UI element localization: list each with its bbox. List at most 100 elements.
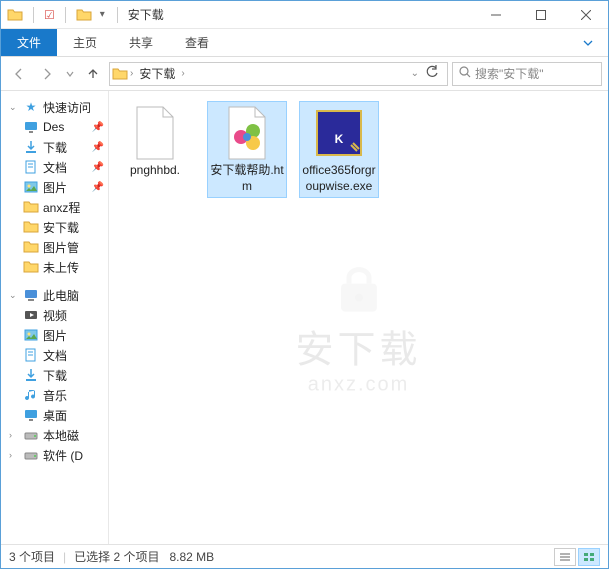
sidebar-item[interactable]: 图片 📌 (1, 177, 108, 197)
sidebar: ⌄ ★ 快速访问 Des📌下载📌文档📌图片📌anxz程安下载图片管未上传 ⌄ 此… (1, 91, 109, 544)
sidebar-item[interactable]: 文档📌 (1, 157, 108, 177)
chevron-right-icon[interactable]: › (179, 68, 186, 79)
sidebar-item-label: 图片 (43, 327, 67, 344)
file-icon (219, 105, 275, 161)
tab-file[interactable]: 文件 (1, 29, 57, 56)
sidebar-item[interactable]: 视频 (1, 305, 108, 325)
search-input[interactable]: 搜索"安下载" (452, 62, 602, 86)
sidebar-item-label: 快速访问 (43, 99, 91, 116)
folder-icon (23, 219, 39, 235)
sidebar-item-label: 安下载 (43, 219, 79, 236)
folder-icon (76, 7, 92, 23)
sidebar-item-label: 文档 (43, 347, 67, 364)
status-count: 3 个项目 (9, 548, 55, 565)
view-icons-button[interactable] (578, 548, 600, 566)
collapse-icon[interactable]: ⌄ (9, 102, 19, 113)
sidebar-item[interactable]: 安下载 (1, 217, 108, 237)
sidebar-item[interactable]: › 本地磁 (1, 425, 108, 445)
sidebar-item-label: anxz程 (43, 199, 80, 216)
minimize-button[interactable] (473, 1, 518, 29)
ribbon-expand-button[interactable] (568, 29, 608, 56)
sidebar-item[interactable]: 未上传 (1, 257, 108, 277)
file-name: pnghhbd. (130, 163, 180, 179)
nav-forward-button[interactable] (35, 62, 59, 86)
sidebar-item-label: 桌面 (43, 407, 67, 424)
sidebar-item[interactable]: 桌面 (1, 405, 108, 425)
address-bar[interactable]: › 安下载 › ⌄ (109, 62, 448, 86)
picture-icon (23, 179, 39, 195)
sidebar-this-pc[interactable]: ⌄ 此电脑 (1, 285, 108, 305)
sidebar-item[interactable]: 音乐 (1, 385, 108, 405)
chevron-down-icon[interactable]: ⌄ (409, 68, 421, 79)
drive-icon (23, 447, 39, 463)
close-button[interactable] (563, 1, 608, 29)
desktop-icon (23, 119, 39, 135)
folder-icon (23, 199, 39, 215)
document-icon (23, 347, 39, 363)
nav-up-button[interactable] (81, 62, 105, 86)
picture-icon (23, 327, 39, 343)
sidebar-item-label: 图片 (43, 179, 67, 196)
file-icon: K (311, 105, 367, 161)
file-pane[interactable]: pnghhbd. 安下载帮助.htm Koffice365forgroupwise.… (109, 91, 608, 544)
sidebar-item[interactable]: Des📌 (1, 117, 108, 137)
file-item[interactable]: 安下载帮助.htm (207, 101, 287, 198)
address-row: › 安下载 › ⌄ 搜索"安下载" (1, 57, 608, 91)
drive-icon (23, 427, 39, 443)
chevron-right-icon[interactable]: › (128, 68, 135, 79)
tab-view[interactable]: 查看 (169, 29, 225, 56)
sidebar-item-label: Des (43, 120, 64, 134)
file-item[interactable]: Koffice365forgroupwise.exe (299, 101, 379, 198)
download-icon (23, 367, 39, 383)
sidebar-item-label: 视频 (43, 307, 67, 324)
qat-dropdown-icon[interactable]: ▾ (98, 9, 107, 20)
sidebar-item-label: 图片管 (43, 239, 79, 256)
sidebar-item[interactable]: anxz程 (1, 197, 108, 217)
pc-icon (23, 287, 39, 303)
file-name: office365forgroupwise.exe (301, 163, 377, 194)
expand-icon[interactable]: › (9, 430, 19, 440)
sidebar-quick-access[interactable]: ⌄ ★ 快速访问 (1, 97, 108, 117)
qat-checkbox-icon[interactable]: ☑ (44, 8, 55, 22)
collapse-icon[interactable]: ⌄ (9, 290, 19, 301)
nav-history-dropdown[interactable] (63, 62, 77, 86)
folder-icon (23, 239, 39, 255)
sidebar-item[interactable]: 文档 (1, 345, 108, 365)
maximize-button[interactable] (518, 1, 563, 29)
sidebar-item[interactable]: ›软件 (D (1, 445, 108, 465)
watermark: 安下载 anxz.com (295, 265, 421, 396)
refresh-button[interactable] (425, 65, 439, 82)
sidebar-item[interactable]: 图片管 (1, 237, 108, 257)
folder-icon (7, 7, 23, 23)
folder-icon (23, 259, 39, 275)
sidebar-item-label: 下载 (43, 139, 67, 156)
sidebar-item[interactable]: 图片 (1, 325, 108, 345)
document-icon (23, 159, 39, 175)
sidebar-item[interactable]: 下载 (1, 365, 108, 385)
sidebar-item-label: 未上传 (43, 259, 79, 276)
status-selection: 已选择 2 个项目 (74, 548, 159, 565)
file-icon (127, 105, 183, 161)
file-item[interactable]: pnghhbd. (115, 101, 195, 198)
breadcrumb-segment[interactable]: 安下载 (135, 65, 179, 82)
view-details-button[interactable] (554, 548, 576, 566)
pin-icon: 📌 (92, 142, 104, 153)
tab-share[interactable]: 共享 (113, 29, 169, 56)
nav-back-button[interactable] (7, 62, 31, 86)
ribbon: 文件 主页 共享 查看 (1, 29, 608, 57)
desktop-icon (23, 407, 39, 423)
pin-icon: 📌 (92, 182, 104, 193)
pin-icon: 📌 (92, 162, 104, 173)
svg-text:K: K (335, 132, 344, 146)
search-icon (459, 66, 471, 81)
sidebar-item-label: 音乐 (43, 387, 67, 404)
sidebar-item-label: 下载 (43, 367, 67, 384)
file-name: 安下载帮助.htm (209, 163, 285, 194)
status-size: 8.82 MB (169, 550, 214, 564)
tab-home[interactable]: 主页 (57, 29, 113, 56)
titlebar: ☑ ▾ 安下载 (1, 1, 608, 29)
expand-icon[interactable]: › (9, 450, 19, 460)
window-title: 安下载 (128, 6, 164, 23)
sidebar-item-label: 本地磁 (43, 427, 79, 444)
sidebar-item[interactable]: 下载 📌 (1, 137, 108, 157)
